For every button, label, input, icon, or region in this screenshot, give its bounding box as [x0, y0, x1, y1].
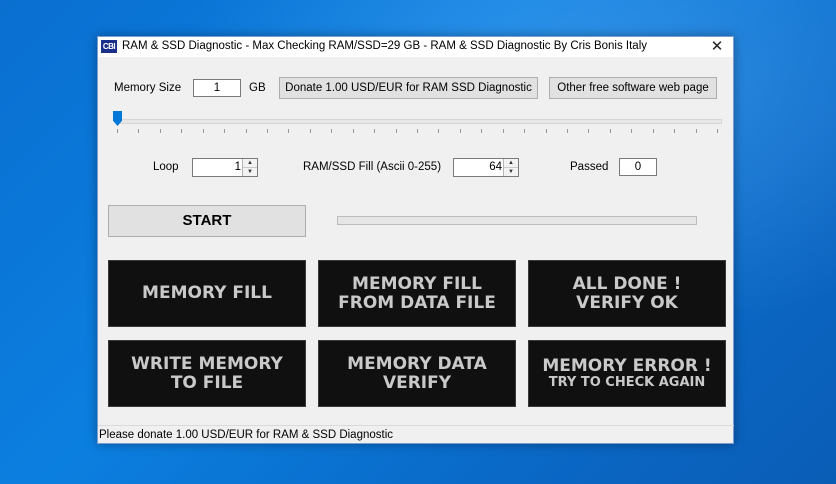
slider-tick	[609, 129, 611, 133]
slider-tick	[459, 129, 461, 133]
title-bar[interactable]: CBI RAM & SSD Diagnostic - Max Checking …	[98, 37, 733, 57]
slider-tick	[438, 129, 440, 133]
slider-tick	[631, 129, 633, 133]
slider-tick	[138, 129, 140, 133]
tile-line-1: MEMORY ERROR !	[542, 356, 712, 376]
tile-line-1: MEMORY DATA	[347, 353, 487, 374]
app-logo-icon: CBI	[101, 40, 117, 53]
memory-size-label: Memory Size	[114, 82, 182, 94]
tile-line-2: VERIFY	[382, 372, 452, 393]
slider-tick	[524, 129, 526, 133]
fill-stepper[interactable]: 64 ▲ ▼	[453, 158, 519, 177]
start-button[interactable]: START	[108, 205, 306, 237]
memory-size-input[interactable]: 1	[193, 79, 241, 97]
tile-line-2: FROM DATA FILE	[338, 292, 496, 313]
close-icon[interactable]: ✕	[705, 37, 729, 57]
slider-tick	[481, 129, 483, 133]
fill-stepper-arrows[interactable]: ▲ ▼	[503, 159, 518, 176]
slider-tick	[267, 129, 268, 133]
status-bar: Please donate 1.00 USD/EUR for RAM & SSD…	[98, 425, 734, 444]
slider-tick	[567, 129, 568, 133]
tile-line-2: TRY TO CHECK AGAIN	[548, 374, 706, 390]
app-window: CBI RAM & SSD Diagnostic - Max Checking …	[97, 36, 734, 444]
memory-slider-track[interactable]	[116, 119, 722, 124]
status-tile-write-to-file: WRITE MEMORY TO FILE	[108, 340, 306, 407]
slider-tick	[395, 129, 397, 133]
spin-up-icon[interactable]: ▲	[243, 159, 257, 167]
passed-label: Passed	[570, 161, 609, 173]
status-tile-data-verify: MEMORY DATA VERIFY	[318, 340, 516, 407]
status-tile-fill-from-file: MEMORY FILL FROM DATA FILE	[318, 260, 516, 327]
slider-tick	[245, 129, 247, 133]
progress-bar	[337, 216, 697, 225]
status-tile-all-done: ALL DONE ! VERIFY OK	[528, 260, 726, 327]
tile-line-1: WRITE MEMORY	[131, 353, 283, 374]
other-software-button[interactable]: Other free software web page	[549, 77, 717, 99]
slider-tick	[674, 129, 676, 133]
loop-stepper-arrows[interactable]: ▲ ▼	[242, 159, 257, 176]
spin-up-icon[interactable]: ▲	[504, 159, 518, 167]
slider-tick	[224, 129, 226, 133]
slider-tick	[159, 129, 161, 133]
slider-tick	[202, 129, 204, 133]
passed-count: 0	[619, 158, 657, 176]
tile-line-1: ALL DONE !	[572, 273, 682, 294]
tile-line-1: MEMORY FILL	[142, 283, 272, 304]
loop-label: Loop	[153, 161, 179, 173]
spin-down-icon[interactable]: ▼	[243, 167, 257, 176]
slider-tick	[331, 129, 333, 133]
tile-line-1: MEMORY FILL	[352, 273, 482, 294]
slider-tick	[652, 129, 654, 133]
slider-tick	[288, 129, 290, 133]
loop-value: 1	[234, 161, 241, 173]
slider-tick	[717, 129, 718, 133]
slider-tick	[117, 129, 118, 133]
slider-tick	[588, 129, 590, 133]
slider-tick	[181, 129, 183, 133]
status-tile-memory-fill: MEMORY FILL	[108, 260, 306, 327]
slider-tick	[309, 129, 311, 133]
spin-down-icon[interactable]: ▼	[504, 167, 518, 176]
status-tile-memory-error: MEMORY ERROR ! TRY TO CHECK AGAIN	[528, 340, 726, 407]
slider-tick	[374, 129, 376, 133]
memory-slider-ticks	[117, 129, 721, 134]
window-title: RAM & SSD Diagnostic - Max Checking RAM/…	[122, 40, 648, 52]
slider-tick	[417, 129, 418, 133]
fill-label: RAM/SSD Fill (Ascii 0-255)	[303, 161, 442, 173]
donate-button[interactable]: Donate 1.00 USD/EUR for RAM SSD Diagnost…	[279, 77, 538, 99]
tile-line-2: VERIFY OK	[576, 292, 678, 313]
slider-tick	[352, 129, 354, 133]
memory-size-unit: GB	[249, 82, 266, 94]
fill-value: 64	[489, 161, 502, 173]
loop-stepper[interactable]: 1 ▲ ▼	[192, 158, 258, 177]
slider-tick	[502, 129, 504, 133]
slider-tick	[545, 129, 547, 133]
tile-line-2: TO FILE	[170, 372, 244, 393]
slider-tick	[695, 129, 697, 133]
